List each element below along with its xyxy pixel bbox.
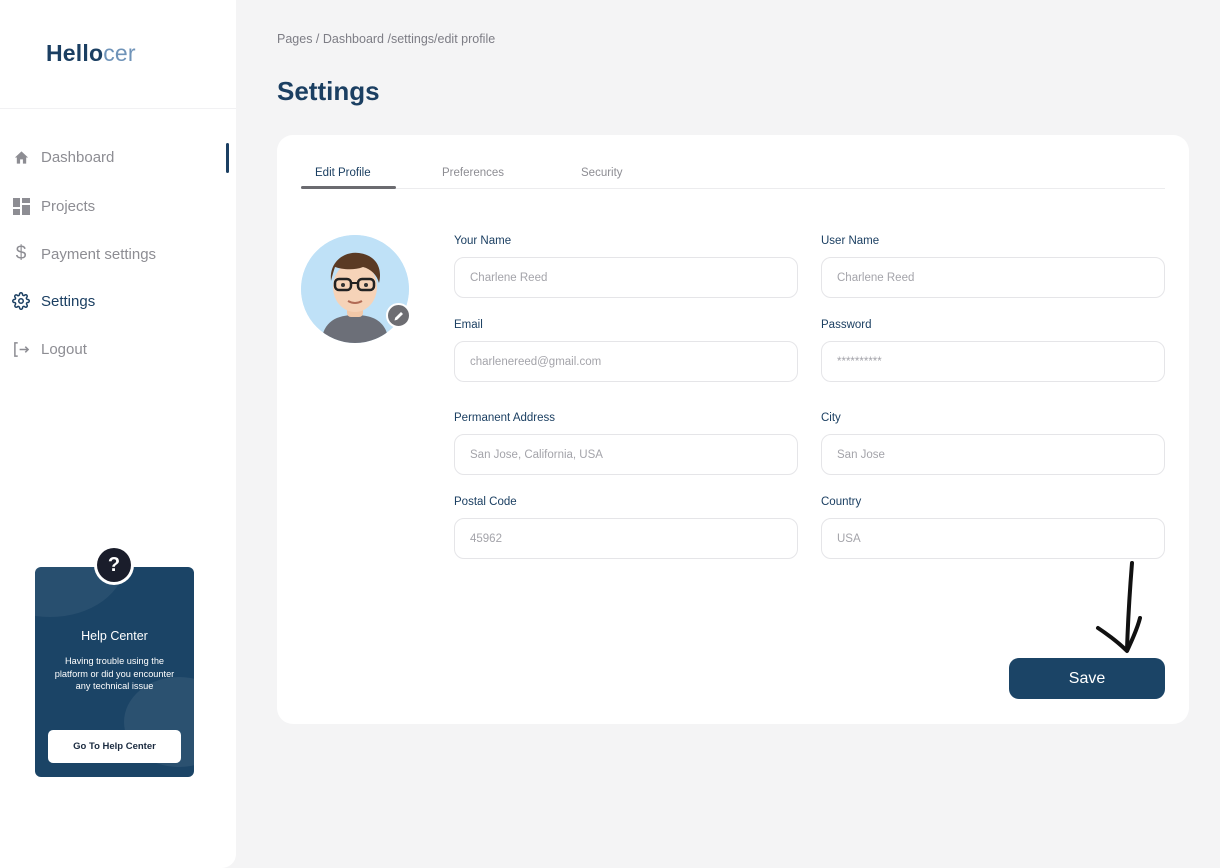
email-field[interactable]: [454, 341, 798, 382]
your-name-input[interactable]: [454, 257, 798, 298]
password-field[interactable]: [821, 341, 1165, 382]
tab-edit-profile[interactable]: Edit Profile: [315, 167, 371, 179]
permanent-address-label: Permanent Address: [454, 412, 556, 424]
city-input[interactable]: [821, 434, 1165, 475]
country-label: Country: [821, 496, 862, 508]
edit-avatar-button[interactable]: [386, 303, 411, 328]
password-label: Password: [821, 319, 872, 331]
arrow-down-icon: [1096, 561, 1142, 653]
postal-code-input[interactable]: [454, 518, 798, 559]
help-title: Help Center: [81, 629, 148, 643]
country-input[interactable]: [821, 518, 1165, 559]
sidebar-item-label: Payment settings: [41, 245, 157, 263]
sidebar-item-settings[interactable]: Settings: [12, 288, 95, 314]
grid-icon: [12, 197, 30, 215]
brand-logo[interactable]: Hellocer: [46, 40, 136, 67]
brand-name-light: cer: [103, 40, 136, 66]
brand-name-bold: Hello: [46, 40, 104, 66]
user-name-label: User Name: [821, 235, 880, 247]
pencil-icon: [394, 311, 403, 320]
breadcrumb: Pages / Dashboard /settings/edit profile: [277, 32, 496, 46]
help-center-card: Help Center Having trouble using the pla…: [35, 567, 194, 777]
sidebar-item-label: Logout: [41, 340, 87, 358]
sidebar-item-dashboard[interactable]: Dashboard: [12, 144, 114, 170]
tab-security[interactable]: Security: [581, 167, 623, 179]
page-title: Settings: [277, 76, 380, 106]
go-to-help-center-button[interactable]: Go To Help Center: [48, 730, 181, 763]
home-icon: [12, 148, 30, 166]
active-tab-indicator: [301, 186, 396, 189]
avatar-container: [301, 235, 411, 343]
sidebar-item-label: Settings: [41, 292, 96, 310]
gear-icon: [12, 292, 30, 310]
sidebar-item-label: Projects: [41, 197, 96, 215]
tabs-divider: [301, 188, 1165, 189]
user-name-input[interactable]: [821, 257, 1165, 298]
postal-code-label: Postal Code: [454, 496, 517, 508]
question-icon: ?: [94, 545, 134, 585]
help-text: Having trouble using the platform or did…: [54, 656, 175, 691]
logout-icon: [12, 340, 30, 358]
email-label: Email: [454, 319, 483, 331]
dollar-icon: $: [15, 243, 27, 264]
sidebar-item-label: Dashboard: [41, 148, 115, 166]
settings-card: Edit Profile Preferences Security Your N…: [277, 135, 1189, 724]
city-label: City: [821, 412, 841, 424]
tab-preferences[interactable]: Preferences: [442, 167, 504, 179]
permanent-address-input[interactable]: [454, 434, 798, 475]
sidebar-item-logout[interactable]: Logout: [12, 336, 87, 362]
sidebar-item-projects[interactable]: Projects: [12, 193, 95, 219]
sidebar-item-payment-settings[interactable]: $ Payment settings: [12, 241, 156, 267]
save-button[interactable]: Save: [1009, 658, 1165, 699]
active-indicator: [226, 143, 229, 173]
logo-divider: [0, 108, 236, 109]
your-name-label: Your Name: [454, 235, 512, 247]
